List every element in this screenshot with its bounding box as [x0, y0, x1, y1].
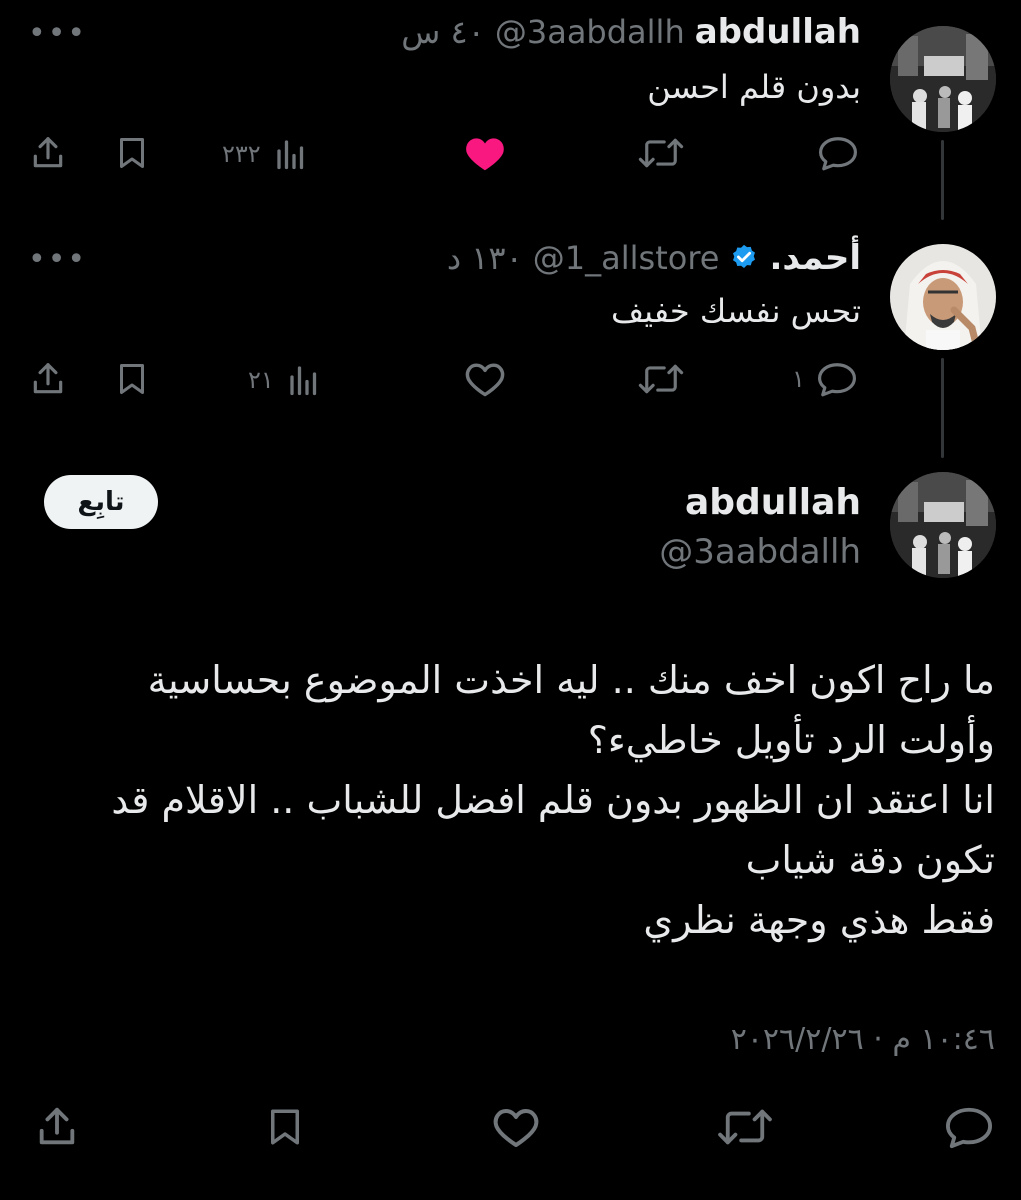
reply-button[interactable]: ١ [792, 360, 859, 398]
tweet-text: بدون قلم احسن [647, 68, 861, 106]
display-name[interactable]: abdullah [695, 12, 861, 52]
avatar-man-photo [890, 244, 996, 350]
views-button[interactable]: ٢٣٢ [222, 136, 311, 172]
tweet-header: أحمد. @1_allstore ١٣٠ د [447, 238, 861, 278]
bookmark-button[interactable] [114, 360, 150, 398]
share-icon [33, 363, 63, 394]
share-button[interactable] [28, 134, 68, 172]
more-icon[interactable]: ••• [28, 242, 87, 277]
bookmark-icon [271, 1109, 299, 1145]
like-button[interactable] [464, 360, 506, 398]
like-button[interactable] [492, 1104, 540, 1150]
reply-icon [818, 137, 857, 171]
bookmark-icon [120, 364, 144, 394]
views-icon [290, 366, 316, 396]
reply-button[interactable] [816, 134, 860, 172]
thread-line [941, 140, 944, 220]
avatar[interactable] [890, 472, 996, 578]
avatar[interactable] [890, 26, 996, 132]
bookmark-button[interactable] [264, 1104, 306, 1150]
reply-button[interactable] [944, 1104, 994, 1150]
views-count: ٢١ [248, 366, 274, 394]
share-icon [33, 137, 63, 168]
retweet-button[interactable] [638, 360, 684, 398]
reply-icon [817, 363, 856, 397]
more-icon[interactable]: ••• [28, 16, 87, 51]
tweet-text-line: ما راح اكون اخف منك .. ليه اخذت الموضوع … [147, 658, 995, 702]
avatar-market-photo [890, 26, 996, 132]
tweet-header: abdullah @3aabdallh ٤٠ س [401, 12, 861, 52]
retweet-button[interactable] [638, 134, 684, 172]
reply-count: ١ [792, 365, 805, 393]
like-button[interactable] [464, 134, 506, 172]
share-icon [39, 1107, 75, 1145]
tweet-text-line: وأولت الرد تأويل خاطيء؟ [587, 718, 995, 762]
views-icon [277, 140, 303, 170]
display-name[interactable]: abdullah [685, 482, 861, 523]
views-count: ٢٣٢ [222, 140, 261, 168]
handle[interactable]: @3aabdallh [495, 13, 685, 51]
retweet-icon [638, 138, 684, 168]
handle[interactable]: @1_allstore [533, 239, 720, 277]
verified-icon [733, 244, 756, 268]
like-icon [493, 1109, 539, 1147]
tweet-text: تحس نفسك خفيف [610, 292, 861, 330]
share-button[interactable] [34, 1104, 80, 1150]
bookmark-icon [120, 138, 144, 168]
tweet-time[interactable]: ١٣٠ د [447, 239, 523, 277]
reply-icon [946, 1107, 992, 1149]
tweet-text: ما راح اكون اخف منك .. ليه اخذت الموضوع … [35, 650, 995, 950]
tweet-time[interactable]: ٤٠ س [401, 13, 485, 51]
tweet-text-line: فقط هذي وجهة نظري [643, 898, 995, 942]
thread-line [941, 358, 944, 458]
retweet-icon [718, 1109, 772, 1145]
tweet-text-line: انا اعتقد ان الظهور بدون قلم افضل للشباب… [111, 778, 995, 822]
views-button[interactable]: ٢١ [248, 362, 324, 398]
avatar[interactable] [890, 244, 996, 350]
avatar-market-photo [890, 472, 996, 578]
like-icon [466, 138, 504, 171]
bookmark-button[interactable] [114, 134, 150, 172]
follow-button[interactable]: تابِع [44, 475, 158, 529]
retweet-button[interactable] [718, 1104, 772, 1150]
tweet-text-line: تكون دقة شياب [745, 838, 995, 882]
share-button[interactable] [28, 360, 68, 398]
handle[interactable]: @3aabdallh [659, 532, 861, 572]
display-name[interactable]: أحمد. [769, 238, 861, 278]
retweet-icon [638, 364, 684, 394]
tweet-timestamp[interactable]: ١٠:٤٦ م · ٢٠٢٦/٢/٢٦ [731, 1022, 995, 1057]
like-icon [465, 363, 505, 397]
